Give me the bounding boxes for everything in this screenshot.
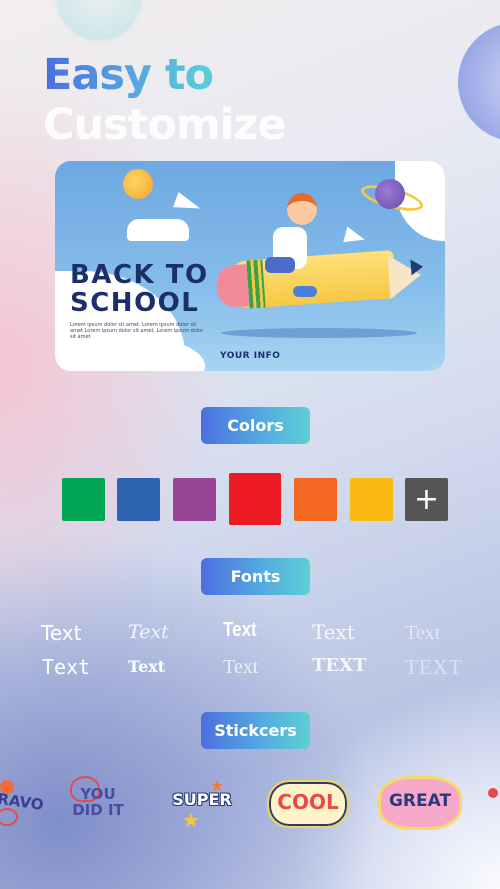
- pencil-lead: [410, 258, 424, 276]
- star-icon: ★: [182, 808, 200, 832]
- flower-outline-icon: [0, 808, 18, 826]
- stickers-section-button[interactable]: Stickcers: [201, 712, 310, 749]
- orange-planet-icon: [123, 169, 153, 199]
- sticker-partial[interactable]: [488, 782, 500, 822]
- small-cloud-icon: [127, 219, 189, 241]
- star-icon: ★: [210, 776, 225, 795]
- color-swatch-green[interactable]: [62, 478, 105, 521]
- font-sample-5[interactable]: Text: [405, 622, 440, 645]
- colors-section-button[interactable]: Colors: [201, 407, 310, 444]
- page-title: Easy to Customize: [43, 50, 287, 150]
- color-swatch-yellow[interactable]: [350, 478, 393, 521]
- color-swatch-orange[interactable]: [294, 478, 337, 521]
- sticker-text: YOU DID IT: [72, 785, 124, 819]
- banner-footer-text: YOUR INFO: [220, 351, 281, 361]
- font-sample-3[interactable]: Text: [223, 619, 257, 642]
- sticker-super[interactable]: SUPER ★ ★: [166, 776, 238, 832]
- pencil-ferrule: [246, 259, 266, 309]
- color-swatch-red-selected[interactable]: [229, 473, 281, 525]
- decorative-bubble-top: [58, 0, 140, 40]
- paper-plane-icon: [173, 192, 203, 216]
- pencil-shadow: [221, 328, 417, 338]
- color-swatch-purple[interactable]: [173, 478, 216, 521]
- font-sample-1[interactable]: Text: [41, 621, 81, 645]
- font-sample-4[interactable]: Text: [312, 620, 355, 644]
- sticker-text: GREAT: [388, 791, 452, 811]
- font-sample-8[interactable]: Text: [223, 656, 258, 679]
- balloon-icon: [488, 788, 498, 798]
- font-sample-6[interactable]: Text: [42, 655, 90, 679]
- paper-plane-icon: [343, 226, 367, 248]
- purple-planet-icon: [375, 179, 405, 209]
- sticker-text: COOL: [277, 790, 339, 814]
- font-sample-2[interactable]: Text: [128, 621, 169, 643]
- fonts-section-button[interactable]: Fonts: [201, 558, 310, 595]
- font-sample-9[interactable]: TEXT: [312, 655, 366, 676]
- decorative-bubble-right: [458, 22, 500, 142]
- banner-headline: BACK TO SCHOOL: [70, 261, 209, 317]
- banner-headline-line-2: SCHOOL: [70, 288, 200, 318]
- title-line-2: Customize: [43, 100, 287, 150]
- kid-head: [287, 193, 317, 225]
- kid-shoe: [293, 286, 317, 297]
- color-swatch-row: +: [62, 473, 452, 528]
- banner-body-text: Lorem ipsum dolor sit amet. Lorem ipsum …: [70, 322, 204, 340]
- plus-icon: +: [413, 481, 440, 517]
- sticker-cool[interactable]: COOL: [267, 780, 349, 828]
- kid-shorts: [265, 257, 295, 273]
- sticker-text: SUPER: [172, 790, 232, 809]
- sticker-you-did-it[interactable]: YOU DID IT: [66, 772, 130, 830]
- banner-headline-line-1: BACK TO: [70, 260, 209, 290]
- template-preview-banner[interactable]: BACK TO SCHOOL Lorem ipsum dolor sit ame…: [55, 161, 445, 371]
- color-swatch-blue[interactable]: [117, 478, 160, 521]
- add-color-button[interactable]: +: [405, 478, 448, 521]
- font-sample-7[interactable]: Text: [128, 657, 165, 676]
- sticker-bravo[interactable]: BRAVO: [0, 780, 45, 826]
- sticker-great[interactable]: GREAT: [378, 776, 462, 830]
- font-sample-10[interactable]: TEXT: [405, 655, 463, 680]
- title-line-1: Easy to: [43, 50, 214, 100]
